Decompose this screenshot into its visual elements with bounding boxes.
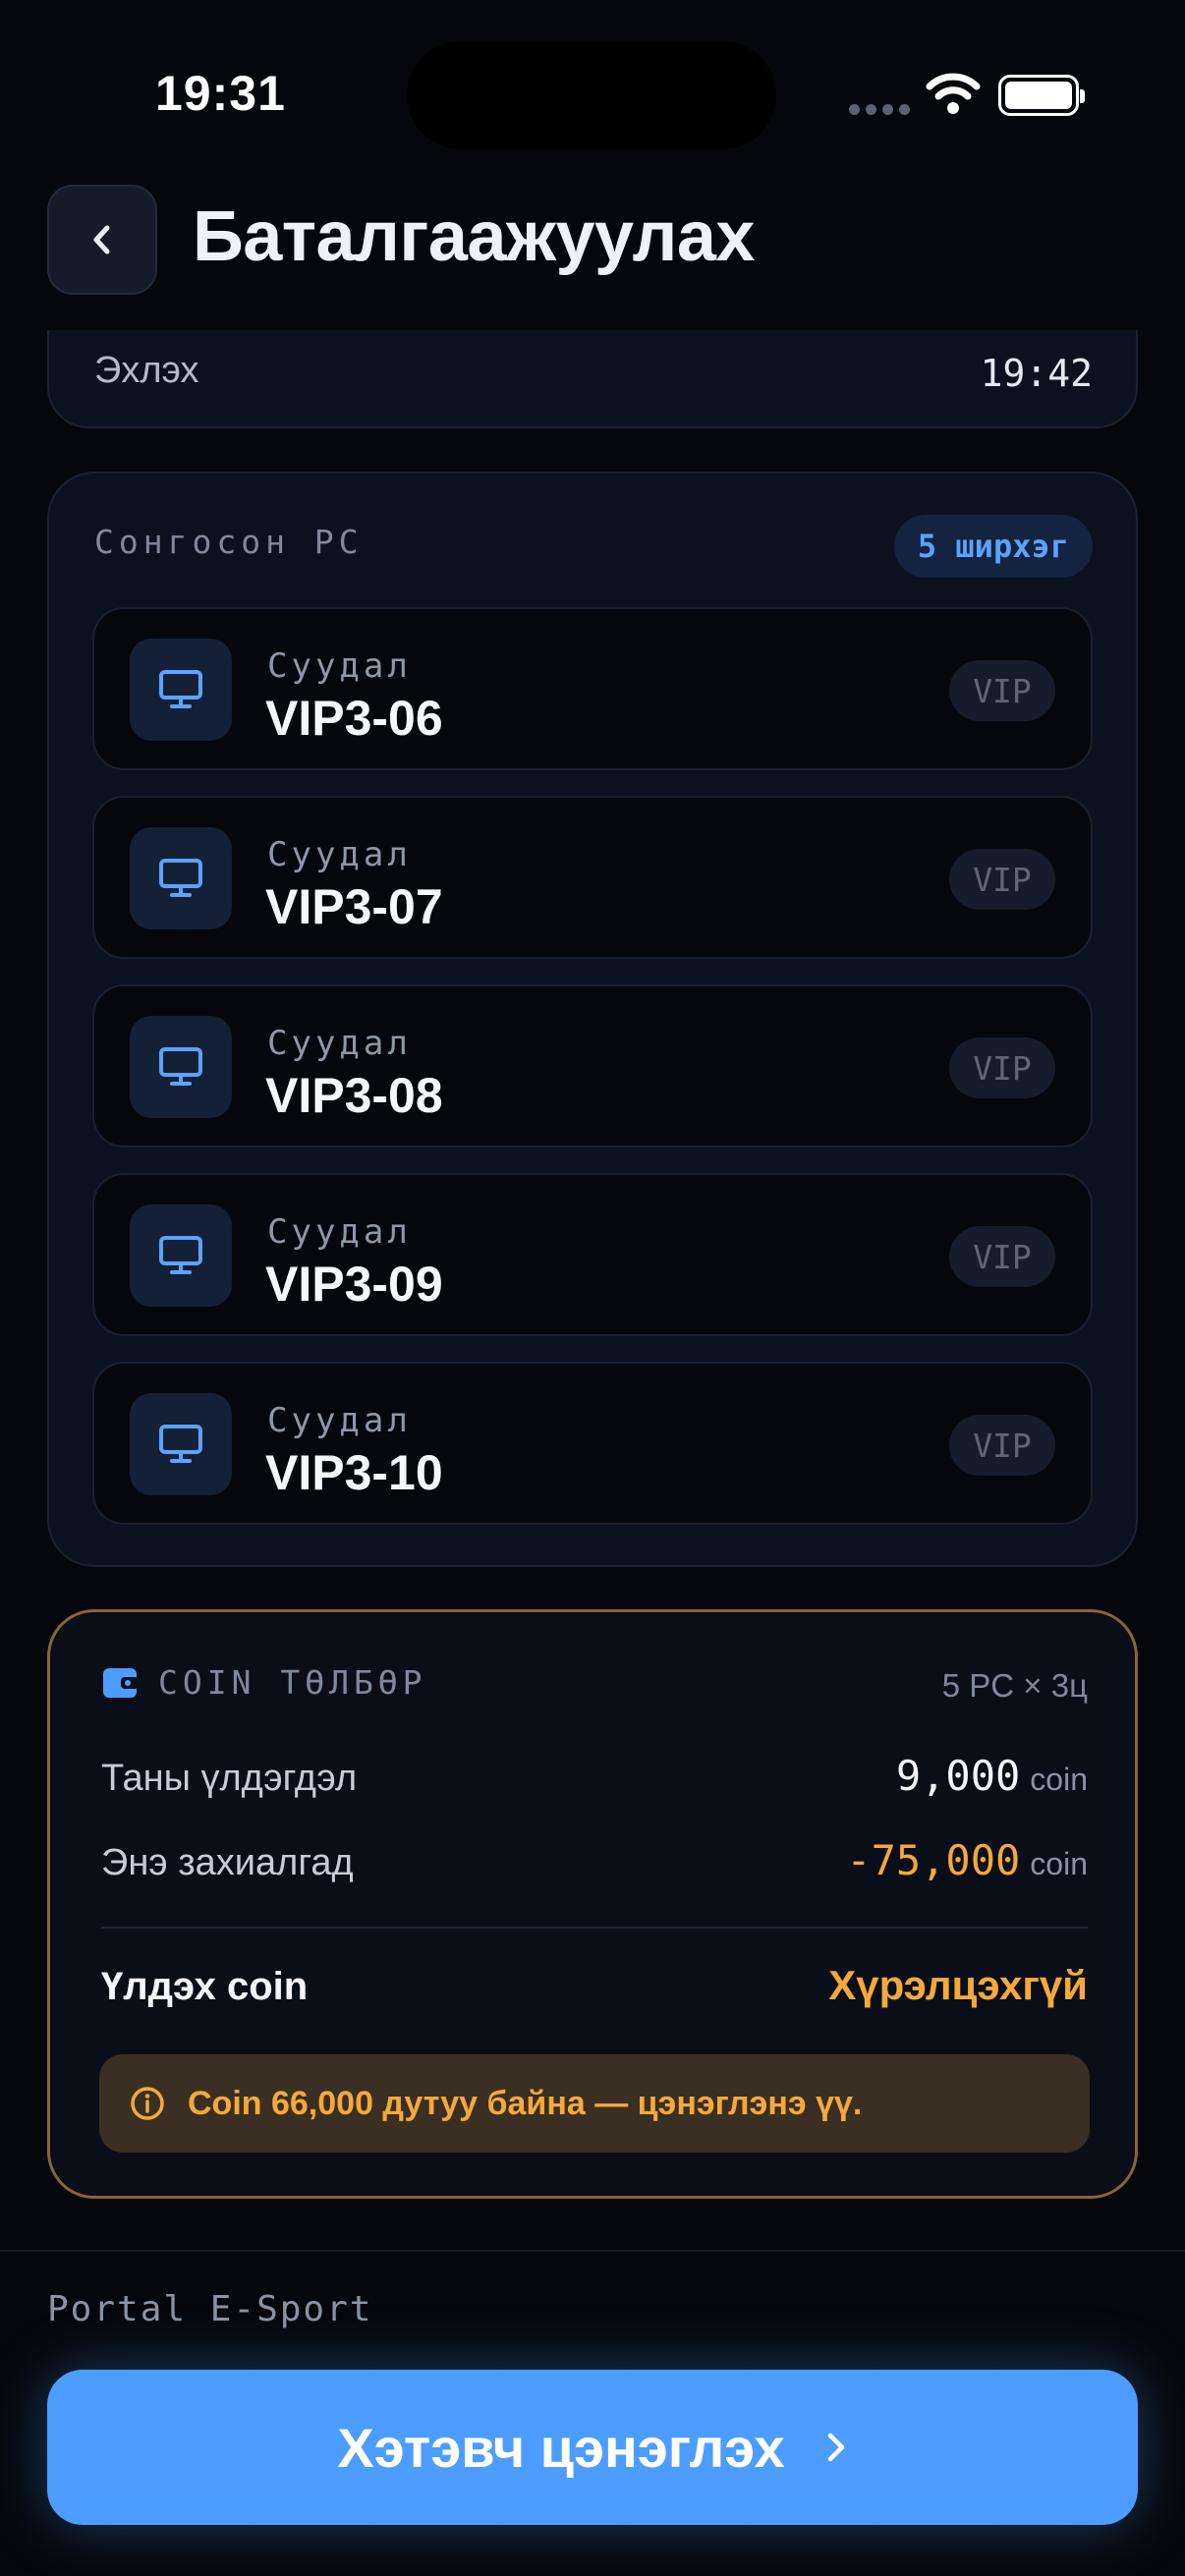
pc-name: VIP3-07 bbox=[265, 879, 443, 934]
pc-list-item[interactable]: Суудал VIP3-08 VIP bbox=[92, 984, 1093, 1148]
pc-list: Суудал VIP3-06 VIP Суудал VIP3-07 VIP Су… bbox=[92, 607, 1093, 1550]
monitor-icon bbox=[130, 1016, 232, 1118]
balance-label: Таны үлдэгдэл bbox=[101, 1758, 358, 1799]
pc-seat-label: Суудал bbox=[267, 1212, 412, 1252]
divider bbox=[101, 1927, 1088, 1929]
scroll-content[interactable]: Эхлэх 19:42 Сонгосон PC 5 ширхэг Суудал … bbox=[0, 330, 1185, 2250]
vip-badge: VIP bbox=[949, 1037, 1055, 1098]
coin-unit: coin bbox=[1030, 1762, 1088, 1797]
chevron-right-icon bbox=[827, 2433, 844, 2462]
battery-icon bbox=[998, 75, 1085, 116]
pc-seat-label: Суудал bbox=[267, 835, 412, 874]
selected-pc-card: Сонгосон PC 5 ширхэг Суудал VIP3-06 VIP … bbox=[47, 472, 1138, 1567]
coin-payment-header: COIN ТӨЛБӨР bbox=[101, 1663, 427, 1702]
insufficient-coin-warning: Coin 66,000 дутуу байна — цэнэглэнэ үү. bbox=[99, 2054, 1090, 2153]
warning-text: Coin 66,000 дутуу байна — цэнэглэнэ үү. bbox=[188, 2084, 863, 2122]
pc-list-item[interactable]: Суудал VIP3-09 VIP bbox=[92, 1173, 1093, 1336]
monitor-icon bbox=[130, 827, 232, 929]
remaining-row: Үлдэх coin Хүрэлцэхгүй bbox=[101, 1962, 1088, 2009]
balance-value: 9,000 bbox=[895, 1752, 1021, 1800]
monitor-icon bbox=[130, 1204, 232, 1307]
monitor-icon bbox=[130, 639, 232, 741]
chevron-left-icon bbox=[93, 225, 110, 254]
order-cost-value: -75,000 bbox=[846, 1836, 1021, 1884]
wallet-icon bbox=[103, 1667, 139, 1698]
vip-badge: VIP bbox=[949, 1415, 1055, 1476]
pc-name: VIP3-08 bbox=[265, 1068, 443, 1123]
coin-payment-heading: COIN ТӨЛБӨР bbox=[158, 1663, 427, 1702]
coin-formula: 5 PC × 3ц bbox=[941, 1667, 1088, 1704]
pc-name: VIP3-09 bbox=[265, 1257, 443, 1312]
coin-unit: coin bbox=[1030, 1846, 1088, 1881]
top-up-wallet-label: Хэтэвч цэнэглэх bbox=[337, 2416, 785, 2479]
pc-seat-label: Суудал bbox=[267, 1024, 412, 1063]
pc-list-item[interactable]: Суудал VIP3-06 VIP bbox=[92, 607, 1093, 770]
info-icon bbox=[131, 2087, 164, 2120]
cellular-signal-icon bbox=[849, 104, 910, 115]
pc-list-item[interactable]: Суудал VIP3-10 VIP bbox=[92, 1362, 1093, 1525]
session-time-card: Эхлэх 19:42 bbox=[47, 330, 1138, 428]
top-up-wallet-button[interactable]: Хэтэвч цэнэглэх bbox=[47, 2370, 1138, 2525]
dynamic-island bbox=[407, 41, 776, 149]
balance-row: Таны үлдэгдэл 9,000 coin bbox=[101, 1752, 1088, 1800]
back-button[interactable] bbox=[47, 185, 157, 295]
remaining-label: Үлдэх coin bbox=[101, 1965, 309, 2008]
page-header: Баталгаажуулах bbox=[0, 167, 1185, 330]
monitor-icon bbox=[130, 1393, 232, 1495]
pc-count-badge: 5 ширхэг bbox=[893, 515, 1093, 578]
order-cost-label: Энэ захиалгад bbox=[101, 1842, 354, 1883]
pc-list-item[interactable]: Суудал VIP3-07 VIP bbox=[92, 796, 1093, 959]
pc-seat-label: Суудал bbox=[267, 646, 412, 686]
pc-name: VIP3-10 bbox=[265, 1445, 443, 1500]
vip-badge: VIP bbox=[949, 1226, 1055, 1287]
selected-pc-heading: Сонгосон PC bbox=[94, 523, 364, 561]
status-time: 19:31 bbox=[155, 66, 286, 121]
brand-label: Portal E-Sport bbox=[47, 2289, 373, 2329]
coin-payment-card: COIN ТӨЛБӨР 5 PC × 3ц Таны үлдэгдэл 9,00… bbox=[47, 1609, 1138, 2199]
page-title: Баталгаажуулах bbox=[193, 197, 755, 276]
order-cost-row: Энэ захиалгад -75,000 coin bbox=[101, 1836, 1088, 1884]
status-bar: 19:31 bbox=[0, 0, 1185, 187]
start-time-value: 19:42 bbox=[980, 352, 1093, 395]
vip-badge: VIP bbox=[949, 660, 1055, 721]
pc-seat-label: Суудал bbox=[267, 1401, 412, 1440]
start-label: Эхлэх bbox=[94, 350, 199, 391]
remaining-value: Хүрэлцэхгүй bbox=[828, 1962, 1088, 2008]
bottom-bar: Portal E-Sport Хэтэвч цэнэглэх bbox=[0, 2250, 1185, 2576]
wifi-icon bbox=[926, 73, 981, 114]
pc-name: VIP3-06 bbox=[265, 691, 443, 746]
vip-badge: VIP bbox=[949, 849, 1055, 910]
